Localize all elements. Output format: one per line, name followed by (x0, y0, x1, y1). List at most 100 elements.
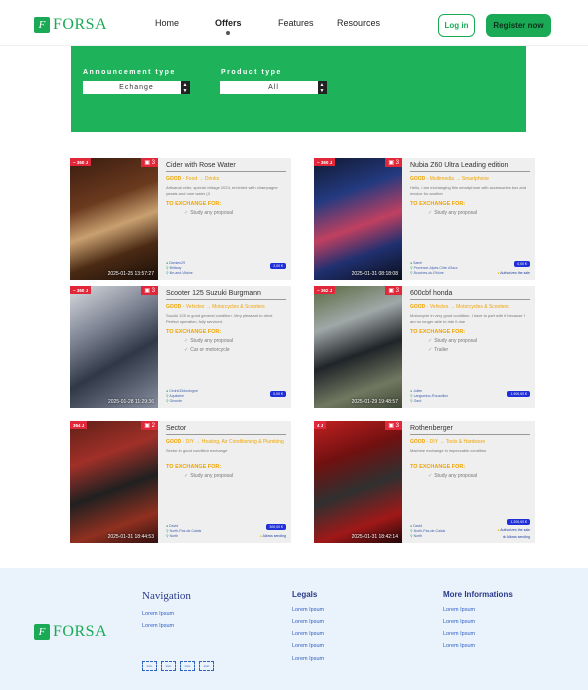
category-label[interactable]: Multimedia (430, 176, 454, 182)
age-badge: 4 J (314, 421, 327, 429)
age-badge: ~ 362 J (314, 286, 336, 294)
store-badge[interactable]: Icon (161, 661, 176, 671)
logo-icon: F (34, 17, 50, 33)
price-badge: 2,00 € (270, 263, 286, 269)
photo-count-value: 2 (151, 423, 155, 429)
login-button[interactable]: Log in (438, 14, 475, 37)
photo-count-value: 3 (395, 288, 399, 294)
location-line: ⚲ Ille-and-Vilaine (166, 271, 193, 276)
user-dot-icon: ● (166, 389, 169, 393)
footer-legal-link[interactable]: Lorem Ipsum (292, 631, 324, 637)
location-text: Ille-and-Vilaine (169, 271, 193, 275)
pin-icon: ⚲ (166, 266, 169, 270)
footer-more-link[interactable]: Lorem Ipsum (443, 607, 475, 613)
footer-legal-link[interactable]: Lorem Ipsum (292, 607, 324, 613)
footer-more-link[interactable]: Lorem Ipsum (443, 619, 475, 625)
price-badge: 1.200,00 € (507, 519, 530, 525)
offer-extra: ● Authorizes the sale (497, 528, 530, 532)
subcategory-label[interactable]: Motorcycles & Scooters (212, 304, 265, 310)
footer-legal-link[interactable]: Lorem Ipsum (292, 643, 324, 649)
send-icon: ● (259, 534, 262, 538)
offer-title[interactable]: Sector (166, 425, 286, 435)
subcategory-label[interactable]: Heating, Air Conditioning & Plumbing (202, 439, 284, 445)
announcement-type-select[interactable]: Echange ▲ ▼ (83, 81, 190, 94)
location-line: ⚲ North (166, 534, 201, 539)
exchange-option-label: Study any proposal (434, 338, 478, 344)
footer-legal-link[interactable]: Lorem Ipsum (292, 656, 324, 662)
exchange-option-label: Study any proposal (190, 338, 234, 344)
category-label[interactable]: DIY (430, 439, 438, 445)
offer-card[interactable]: ~ 360 J ▣ 3 2025-01-25 13:57:27 Cider wi… (70, 158, 291, 280)
location-text: Aquitaine (169, 394, 184, 398)
exchange-for-label: TO EXCHANGE FOR: (410, 464, 466, 470)
category-label[interactable]: Food (186, 176, 197, 182)
footer-more-link[interactable]: Lorem Ipsum (443, 631, 475, 637)
register-button[interactable]: Register now (486, 14, 551, 37)
pin-icon: ⚲ (410, 266, 413, 270)
nav-features[interactable]: Features (278, 18, 314, 28)
exchange-option: ✓ Study any proposal (166, 473, 286, 479)
footer-legal-link[interactable]: Lorem Ipsum (292, 619, 324, 625)
subcategory-label[interactable]: Drinks (205, 176, 219, 182)
store-badge[interactable]: Icon (142, 661, 157, 671)
offer-photo[interactable]: ~ 360 J ▣ 3 2025-01-25 13:57:27 (70, 158, 158, 280)
offer-photo[interactable]: ~ 360 J ▣ 3 2025-01-31 08:18:08 (314, 158, 402, 280)
photo-count: ▣ 3 (385, 421, 402, 430)
logo-icon: F (34, 624, 50, 640)
nav-resources[interactable]: Resources (337, 18, 380, 28)
offer-body: Scooter 125 Suzuki Burgmann GOOD - Vehic… (166, 290, 286, 353)
store-badge[interactable]: Icon (199, 661, 214, 671)
store-badge[interactable]: Icon (180, 661, 195, 671)
photo-count: ▣ 3 (385, 286, 402, 295)
footer-legals-title: Legals (292, 590, 318, 599)
pin-icon: ⚲ (410, 394, 413, 398)
offer-card[interactable]: ~ 360 J ▣ 3 2025-01-28 11:29:36 Scooter … (70, 286, 291, 408)
condition-label: GOOD (410, 439, 426, 445)
offer-category: GOOD - DIY → Tools & Hardware (410, 439, 486, 445)
exchange-option-label: Study any proposal (434, 473, 478, 479)
offer-card[interactable]: 4 J ▣ 3 2025-01-31 18:42:14 Rothenberger… (314, 421, 535, 543)
location-text: Gironde (169, 399, 183, 403)
offer-photo[interactable]: 4 J ▣ 3 2025-01-31 18:42:14 (314, 421, 402, 543)
footer-logo[interactable]: F FORSA (34, 623, 107, 641)
price-badge: 0,00 € (514, 261, 530, 267)
subcategory-label[interactable]: Motorcycles & Scooters (456, 304, 509, 310)
subcategory-label[interactable]: Tools & Hardware (446, 439, 485, 445)
check-icon: ✓ (428, 338, 433, 344)
footer-nav-link[interactable]: Lorem Ipsum (142, 623, 174, 629)
category-label[interactable]: Vehicles (430, 304, 449, 310)
footer-more-link[interactable]: Lorem Ipsum (443, 643, 475, 649)
select-arrows-icon: ▲ ▼ (181, 81, 190, 94)
offer-date: 2025-01-31 18:42:14 (351, 534, 398, 540)
brand-logo[interactable]: F FORSA (34, 16, 107, 34)
footer-nav-link[interactable]: Lorem Ipsum (142, 611, 174, 617)
offer-title[interactable]: 600cbf honda (410, 290, 530, 300)
offer-photo[interactable]: ~ 362 J ▣ 3 2025-01-29 19:48:57 (314, 286, 402, 408)
nav-home[interactable]: Home (155, 18, 179, 28)
offer-title[interactable]: Rothenberger (410, 425, 530, 435)
location-text: Gard (413, 399, 422, 403)
offer-location: ● David ⚲ North-Pas-de-Calais ⚲ North (410, 524, 445, 539)
category-label[interactable]: Vehicles (186, 304, 205, 310)
camera-icon: ▣ (388, 160, 394, 166)
offer-card[interactable]: ~ 362 J ▣ 3 2025-01-29 19:48:57 600cbf h… (314, 286, 535, 408)
offer-card[interactable]: ~ 360 J ▣ 3 2025-01-31 08:18:08 Nubia Z6… (314, 158, 535, 280)
offer-location: ● Damien29 ⚲ Brittany ⚲ Ille-and-Vilaine (166, 261, 193, 276)
category-label[interactable]: DIY (186, 439, 194, 445)
offer-photo[interactable]: 364 J ▣ 2 2025-01-31 18:44:53 (70, 421, 158, 543)
product-type-select[interactable]: All ▲ ▼ (220, 81, 327, 94)
exchange-option: ✓ Study any proposal (166, 210, 286, 216)
offer-title[interactable]: Nubia Z60 Ultra Leading edition (410, 162, 530, 172)
subcategory-label[interactable]: Smartphone (462, 176, 489, 182)
offer-photo[interactable]: ~ 360 J ▣ 3 2025-01-28 11:29:36 (70, 286, 158, 408)
offer-title[interactable]: Scooter 125 Suzuki Burgmann (166, 290, 286, 300)
location-text: Cedric33dordogne (169, 389, 198, 393)
price-badge: 1.900,00 € (507, 391, 530, 397)
offer-title[interactable]: Cider with Rose Water (166, 162, 286, 172)
location-text: David (413, 524, 423, 528)
brand-name: FORSA (53, 16, 108, 33)
nav-offers[interactable]: Offers (215, 18, 242, 28)
offer-description: Motorcycle in very good condition. I hav… (410, 313, 525, 324)
offer-card[interactable]: 364 J ▣ 2 2025-01-31 18:44:53 Sector GOO… (70, 421, 291, 543)
offer-category: GOOD - Food → Drinks (166, 176, 220, 182)
